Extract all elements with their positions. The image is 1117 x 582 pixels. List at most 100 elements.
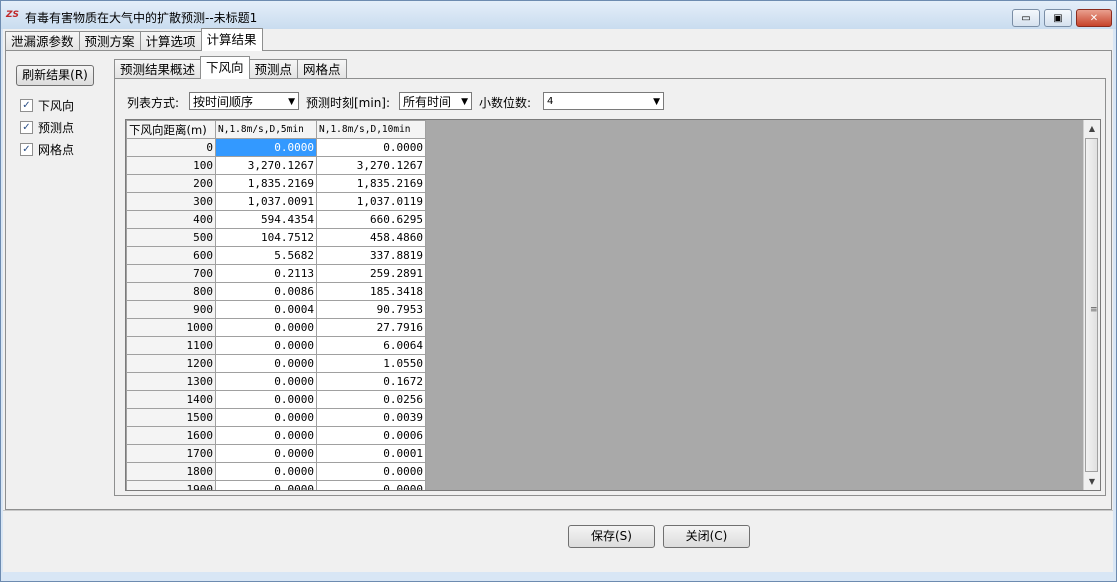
- table-row[interactable]: 1100 0.0000 6.0064: [126, 336, 426, 355]
- distance-cell[interactable]: 900: [126, 300, 216, 319]
- table-row[interactable]: 1600 0.0000 0.0006: [126, 426, 426, 445]
- table-row[interactable]: 900 0.0004 90.7953: [126, 300, 426, 319]
- scroll-up-icon[interactable]: ▲: [1084, 120, 1100, 137]
- table-row[interactable]: 1200 0.0000 1.0550: [126, 354, 426, 373]
- distance-cell[interactable]: 700: [126, 264, 216, 283]
- distance-cell[interactable]: 1200: [126, 354, 216, 373]
- concentration-cell[interactable]: 0.2113: [215, 264, 317, 283]
- close-button[interactable]: 关闭(C): [663, 525, 750, 548]
- concentration-cell[interactable]: 0.0000: [215, 354, 317, 373]
- close-window-button[interactable]: ✕: [1076, 9, 1112, 27]
- concentration-cell[interactable]: 0.0000: [215, 372, 317, 391]
- concentration-cell[interactable]: 0.0000: [215, 390, 317, 409]
- distance-cell[interactable]: 0: [126, 138, 216, 157]
- concentration-cell[interactable]: 90.7953: [316, 300, 426, 319]
- tab-leak-source-params[interactable]: 泄漏源参数: [5, 31, 80, 51]
- checkbox-downwind[interactable]: ✓ 下风向: [20, 97, 74, 114]
- concentration-cell[interactable]: 594.4354: [215, 210, 317, 229]
- decimals-select[interactable]: 4 ▼: [543, 92, 664, 110]
- concentration-cell[interactable]: 660.6295: [316, 210, 426, 229]
- concentration-cell[interactable]: 0.0086: [215, 282, 317, 301]
- distance-cell[interactable]: 800: [126, 282, 216, 301]
- distance-cell[interactable]: 600: [126, 246, 216, 265]
- concentration-cell[interactable]: 0.0000: [215, 318, 317, 337]
- concentration-cell[interactable]: 0.0001: [316, 444, 426, 463]
- distance-cell[interactable]: 1500: [126, 408, 216, 427]
- concentration-cell[interactable]: 0.0256: [316, 390, 426, 409]
- distance-cell[interactable]: 300: [126, 192, 216, 211]
- concentration-cell[interactable]: 3,270.1267: [215, 156, 317, 175]
- table-row[interactable]: 400 594.4354 660.6295: [126, 210, 426, 229]
- tab-downwind[interactable]: 下风向: [200, 56, 250, 79]
- table-row[interactable]: 300 1,037.0091 1,037.0119: [126, 192, 426, 211]
- concentration-cell[interactable]: 0.0000: [215, 462, 317, 481]
- table-row[interactable]: 1900 0.0000 0.0000: [126, 480, 426, 490]
- distance-cell[interactable]: 1100: [126, 336, 216, 355]
- tab-calc-results[interactable]: 计算结果: [200, 28, 263, 51]
- tab-grid-points[interactable]: 网格点: [297, 59, 347, 79]
- distance-cell[interactable]: 1400: [126, 390, 216, 409]
- table-row[interactable]: 1000 0.0000 27.7916: [126, 318, 426, 337]
- column-header-distance[interactable]: 下风向距离(m): [126, 120, 216, 139]
- scrollbar-thumb[interactable]: ≡: [1085, 138, 1098, 472]
- table-row[interactable]: 1300 0.0000 0.1672: [126, 372, 426, 391]
- scroll-down-icon[interactable]: ▼: [1084, 473, 1100, 490]
- concentration-cell[interactable]: 0.0000: [215, 426, 317, 445]
- table-row[interactable]: 200 1,835.2169 1,835.2169: [126, 174, 426, 193]
- concentration-cell[interactable]: 0.0006: [316, 426, 426, 445]
- concentration-cell[interactable]: 1,037.0091: [215, 192, 317, 211]
- concentration-cell[interactable]: 0.0000: [215, 336, 317, 355]
- concentration-cell[interactable]: 0.0000: [316, 462, 426, 481]
- minimize-button[interactable]: ▭: [1012, 9, 1040, 27]
- concentration-cell[interactable]: 0.0000: [316, 480, 426, 490]
- tab-calc-options[interactable]: 计算选项: [139, 31, 202, 51]
- table-row[interactable]: 1700 0.0000 0.0001: [126, 444, 426, 463]
- distance-cell[interactable]: 1000: [126, 318, 216, 337]
- concentration-cell[interactable]: 185.3418: [316, 282, 426, 301]
- prediction-time-select[interactable]: 所有时间 ▼: [399, 92, 472, 110]
- distance-cell[interactable]: 500: [126, 228, 216, 247]
- distance-cell[interactable]: 1300: [126, 372, 216, 391]
- concentration-cell[interactable]: 6.0064: [316, 336, 426, 355]
- column-header-5min[interactable]: N,1.8m/s,D,5min: [215, 120, 317, 139]
- tab-prediction-points[interactable]: 预测点: [248, 59, 299, 79]
- concentration-cell[interactable]: 0.0039: [316, 408, 426, 427]
- maximize-button[interactable]: ▣: [1044, 9, 1072, 27]
- distance-cell[interactable]: 1700: [126, 444, 216, 463]
- checkbox-grid-points[interactable]: ✓ 网格点: [20, 141, 74, 158]
- concentration-cell[interactable]: 0.0000: [215, 480, 317, 490]
- concentration-cell[interactable]: 0.0004: [215, 300, 317, 319]
- table-row[interactable]: 1800 0.0000 0.0000: [126, 462, 426, 481]
- concentration-cell[interactable]: 27.7916: [316, 318, 426, 337]
- concentration-cell[interactable]: 458.4860: [316, 228, 426, 247]
- concentration-cell[interactable]: 3,270.1267: [316, 156, 426, 175]
- concentration-cell[interactable]: 0.0000: [215, 444, 317, 463]
- table-row[interactable]: 1400 0.0000 0.0256: [126, 390, 426, 409]
- column-header-10min[interactable]: N,1.8m/s,D,10min: [316, 120, 426, 139]
- vertical-scrollbar[interactable]: ▲ ≡ ▼: [1083, 120, 1100, 490]
- distance-cell[interactable]: 200: [126, 174, 216, 193]
- table-row[interactable]: 500 104.7512 458.4860: [126, 228, 426, 247]
- concentration-cell[interactable]: 337.8819: [316, 246, 426, 265]
- distance-cell[interactable]: 1800: [126, 462, 216, 481]
- concentration-cell[interactable]: 0.0000: [215, 408, 317, 427]
- refresh-results-button[interactable]: 刷新结果(R): [16, 65, 94, 86]
- distance-cell[interactable]: 100: [126, 156, 216, 175]
- table-row[interactable]: 1500 0.0000 0.0039: [126, 408, 426, 427]
- table-row[interactable]: 0 0.0000 0.0000: [126, 138, 426, 157]
- concentration-cell[interactable]: 0.0000: [316, 138, 426, 157]
- downwind-results-grid[interactable]: 下风向距离(m) N,1.8m/s,D,5min N,1.8m/s,D,10mi…: [125, 119, 1101, 491]
- concentration-cell[interactable]: 1.0550: [316, 354, 426, 373]
- concentration-cell[interactable]: 1,835.2169: [316, 174, 426, 193]
- distance-cell[interactable]: 400: [126, 210, 216, 229]
- distance-cell[interactable]: 1900: [126, 480, 216, 490]
- concentration-cell[interactable]: 1,835.2169: [215, 174, 317, 193]
- tab-prediction-plan[interactable]: 预测方案: [78, 31, 141, 51]
- title-bar[interactable]: ZS 有毒有害物质在大气中的扩散预测--未标题1 ▭ ▣ ✕: [1, 1, 1116, 29]
- concentration-cell[interactable]: 0.1672: [316, 372, 426, 391]
- checkbox-prediction-points[interactable]: ✓ 预测点: [20, 119, 74, 136]
- concentration-cell[interactable]: 104.7512: [215, 228, 317, 247]
- table-row[interactable]: 800 0.0086 185.3418: [126, 282, 426, 301]
- concentration-cell[interactable]: 1,037.0119: [316, 192, 426, 211]
- tab-result-overview[interactable]: 预测结果概述: [114, 59, 202, 79]
